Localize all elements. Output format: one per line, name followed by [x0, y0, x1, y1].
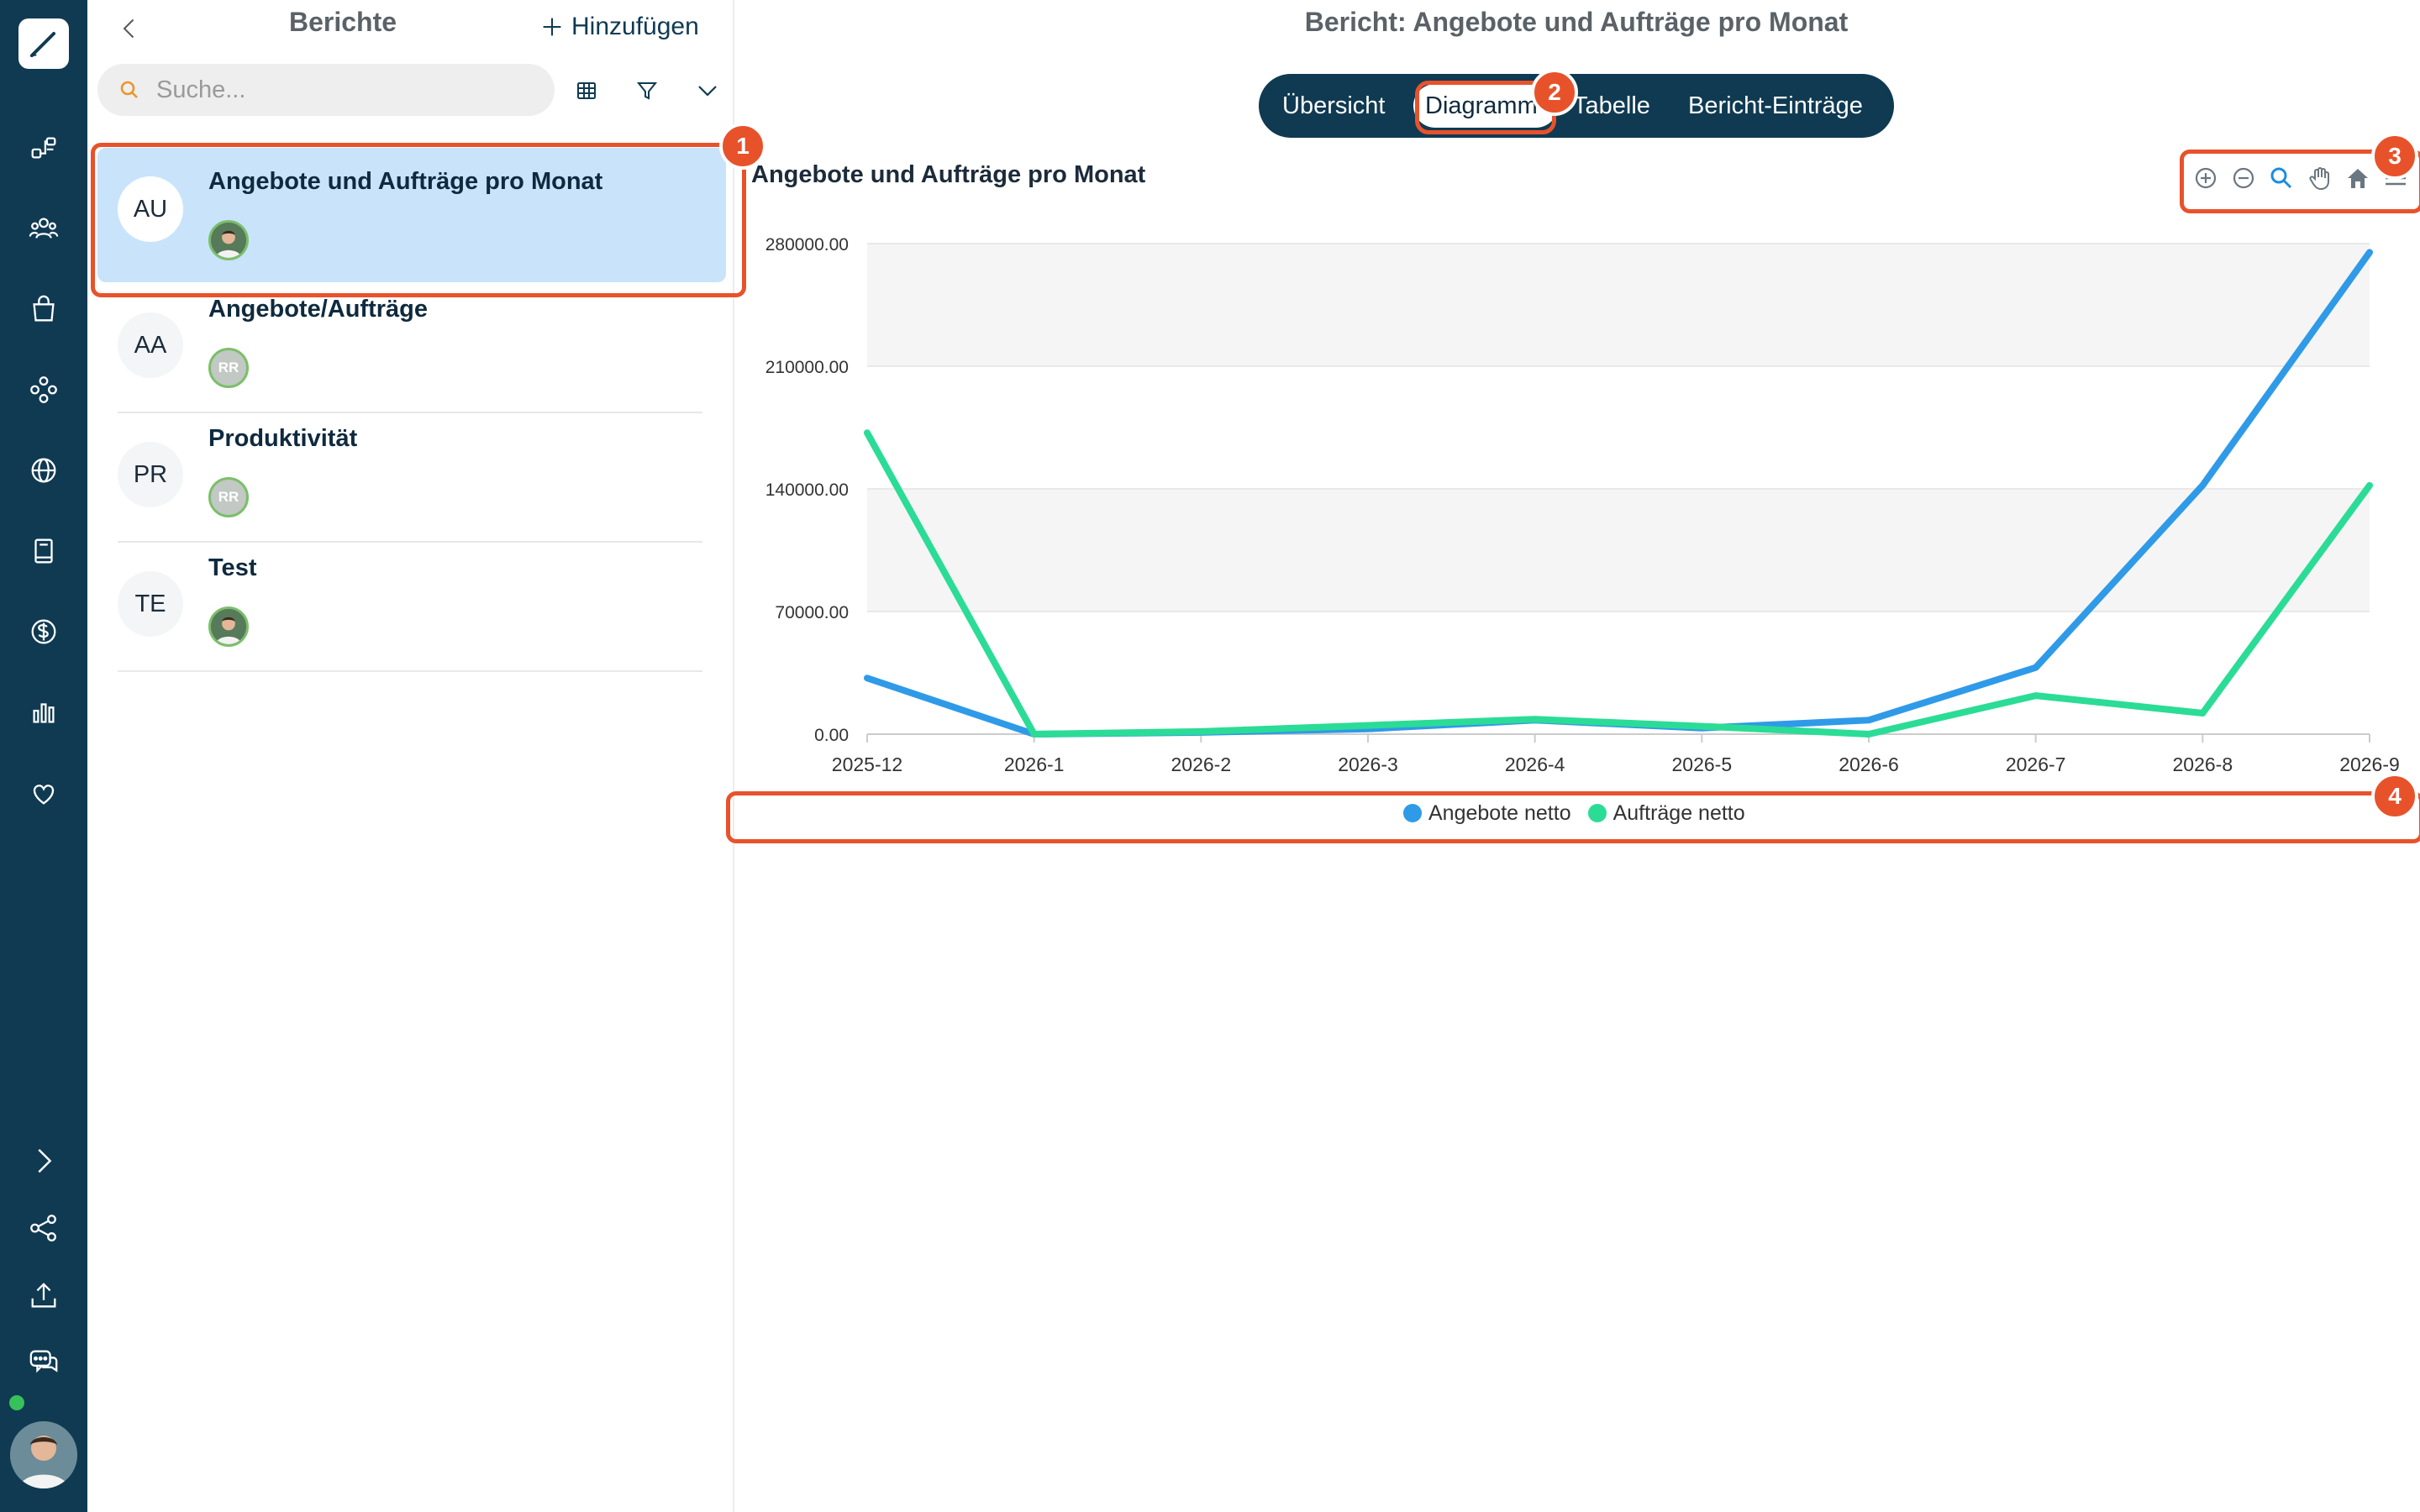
user-avatar[interactable]	[10, 1421, 77, 1488]
globe-icon	[31, 458, 56, 483]
filter-button[interactable]	[630, 74, 664, 108]
rail-favorites[interactable]	[18, 768, 69, 818]
report-name: Test	[208, 554, 257, 581]
x-tick-label: 2026-6	[1839, 753, 1899, 775]
grid-band	[867, 244, 2370, 366]
report-row[interactable]: TE Test	[118, 543, 702, 672]
filter-icon	[636, 82, 658, 100]
chart-title: Angebote und Aufträge pro Monat	[751, 161, 1146, 188]
callout-number: 4	[2371, 773, 2418, 820]
rail-reports[interactable]	[18, 687, 69, 738]
owner-avatar: RR	[208, 348, 249, 388]
y-tick-label: 280000.00	[765, 235, 849, 255]
chat-icon	[29, 1350, 58, 1373]
tab-report-entries[interactable]: Bericht-Einträge	[1688, 74, 1863, 138]
callout-number: 2	[1531, 69, 1578, 116]
back-button[interactable]	[113, 12, 146, 45]
chevron-left-icon	[123, 18, 134, 39]
rail-users[interactable]	[18, 203, 69, 254]
search-bar[interactable]	[97, 64, 555, 116]
search-input[interactable]	[155, 75, 528, 105]
report-name: Produktivität	[208, 425, 358, 452]
owner-avatar: RR	[208, 477, 249, 517]
y-tick-label: 140000.00	[765, 480, 849, 500]
report-row[interactable]: AA Angebote/Aufträge RR	[118, 284, 702, 413]
app-rail	[0, 0, 87, 1512]
add-report-label: Hinzufügen	[571, 13, 699, 40]
panel-title: Berichte	[288, 7, 397, 37]
rail-cluster[interactable]	[18, 365, 69, 415]
dollar-icon	[31, 619, 56, 644]
cluster-icon	[30, 376, 57, 403]
presence-indicator	[8, 1394, 26, 1412]
sort-dropdown-button[interactable]	[691, 74, 724, 108]
report-name: Angebote/Aufträge	[208, 296, 428, 323]
chevron-right-icon	[38, 1148, 52, 1173]
callout-box-4	[726, 791, 2420, 843]
y-tick-label: 0.00	[814, 726, 849, 745]
chevron-down-icon	[698, 86, 717, 97]
rail-docs[interactable]	[18, 526, 69, 576]
share-icon	[30, 1215, 56, 1242]
y-tick-label: 210000.00	[765, 358, 849, 377]
app-logo[interactable]	[18, 18, 69, 69]
tab-overview[interactable]: Übersicht	[1282, 74, 1386, 138]
page-title: Bericht: Angebote und Aufträge pro Monat	[1304, 7, 1849, 37]
heart-icon	[33, 785, 55, 805]
report-initials: PR	[118, 442, 183, 507]
x-tick-label: 2026-5	[1672, 753, 1733, 775]
x-tick-label: 2026-4	[1505, 753, 1565, 775]
rail-expand[interactable]	[18, 1136, 69, 1186]
rail-shop[interactable]	[18, 284, 69, 334]
flow-icon	[31, 137, 56, 159]
y-tick-label: 70000.00	[775, 603, 849, 622]
x-tick-label: 2026-8	[2173, 753, 2233, 775]
report-initials: TE	[118, 571, 183, 637]
table-icon	[577, 82, 596, 99]
plus-icon	[543, 18, 561, 36]
report-initials: AA	[118, 312, 183, 378]
book-icon	[34, 538, 53, 564]
rail-finance[interactable]	[18, 606, 69, 657]
rail-chat[interactable]	[18, 1337, 69, 1388]
x-tick-label: 2026-3	[1338, 753, 1398, 775]
x-tick-label: 2026-1	[1004, 753, 1065, 775]
rail-share[interactable]	[18, 1203, 69, 1253]
report-row[interactable]: PR Produktivität RR	[118, 413, 702, 543]
callout-box-1	[91, 143, 746, 297]
tab-table[interactable]: Tabelle	[1573, 74, 1650, 138]
x-tick-label: 2026-2	[1171, 753, 1232, 775]
rail-web[interactable]	[18, 445, 69, 496]
upload-icon	[31, 1283, 56, 1308]
rail-flow[interactable]	[18, 123, 69, 173]
add-report-button[interactable]: Hinzufügen	[541, 10, 699, 44]
pen-icon	[30, 32, 55, 57]
x-tick-label: 2026-7	[2006, 753, 2066, 775]
table-view-button[interactable]	[570, 74, 603, 108]
callout-number: 1	[719, 123, 766, 170]
users-icon	[29, 218, 59, 239]
line-chart: 0.00 70000.00 140000.00 210000.00 280000.00 2…	[765, 235, 2400, 775]
search-icon	[120, 81, 138, 98]
x-tick-label: 2026-9	[2339, 753, 2400, 775]
callout-number: 3	[2371, 133, 2418, 180]
bag-icon	[33, 295, 55, 322]
bar-chart-icon	[33, 703, 55, 723]
x-tick-label: 2025-12	[832, 753, 902, 775]
owner-avatar	[208, 606, 249, 647]
rail-upload[interactable]	[18, 1270, 69, 1320]
